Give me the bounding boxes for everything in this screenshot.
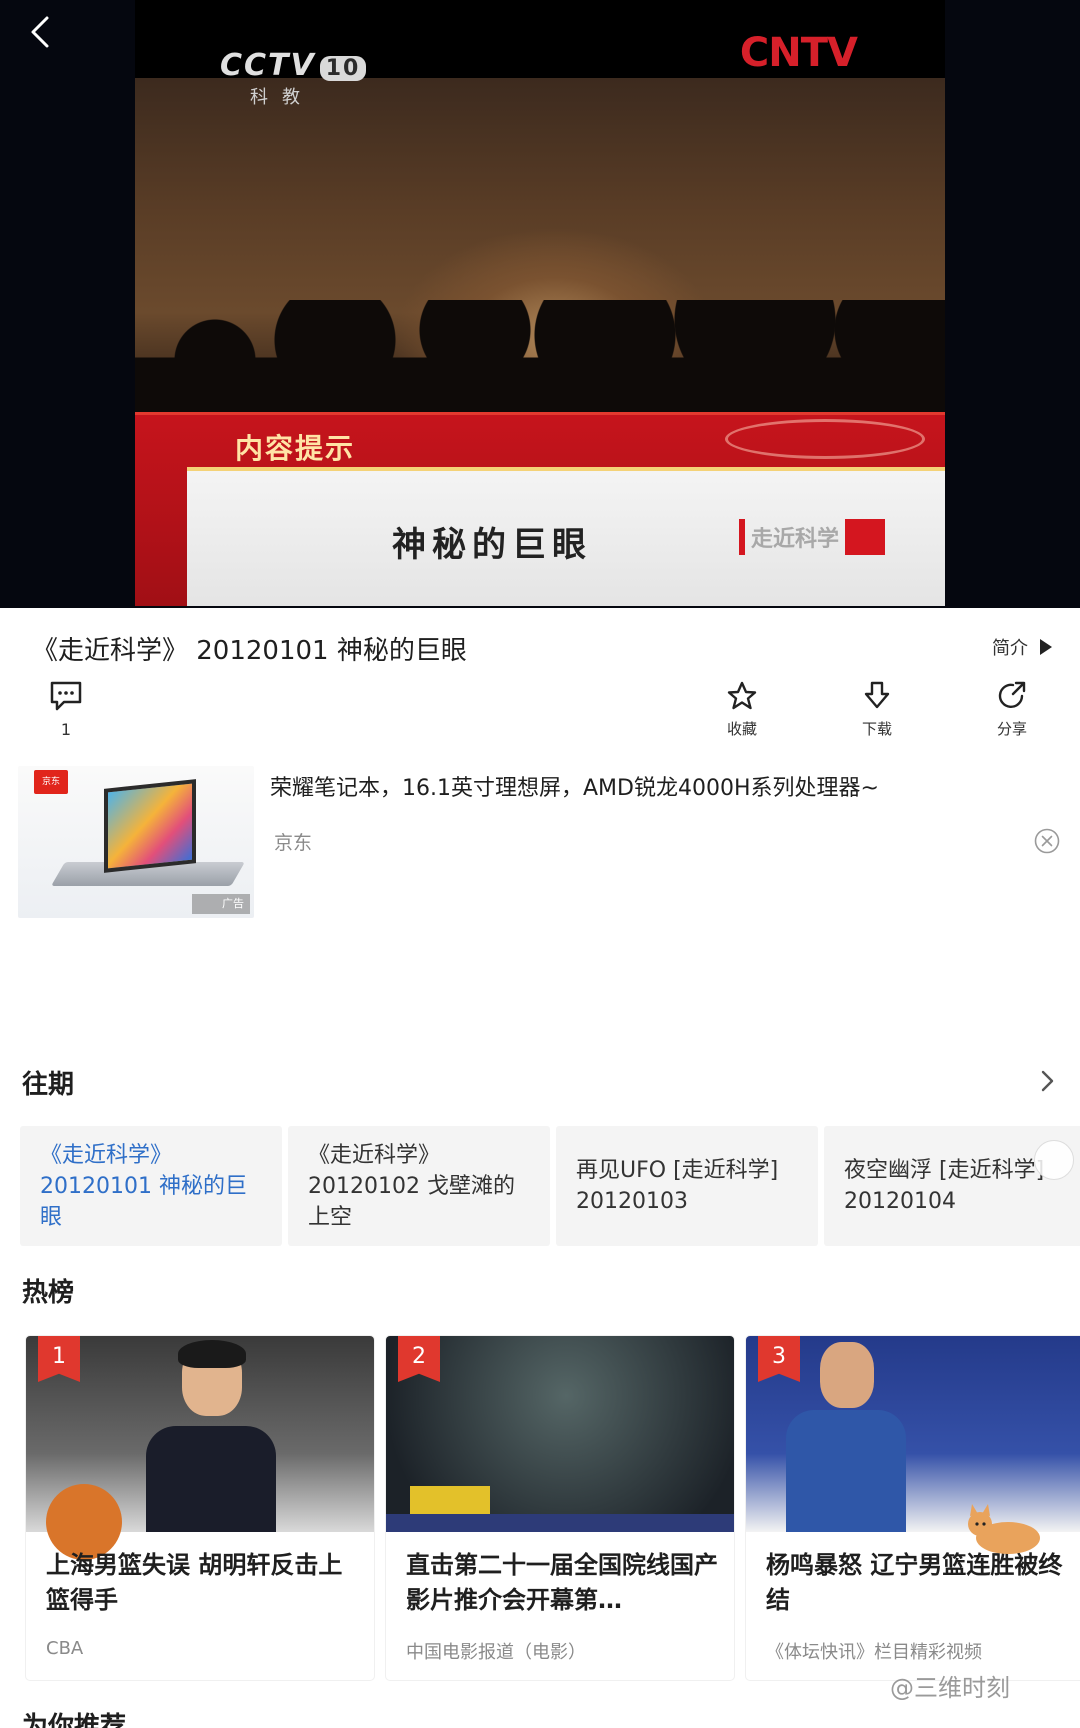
share-label: 分享 bbox=[996, 720, 1027, 738]
episode-caption: 神秘的巨眼 bbox=[392, 525, 592, 565]
news-ticker-graphic bbox=[386, 1514, 734, 1532]
ad-card[interactable]: 京东 广告 荣耀笔记本，16.1英寸理想屏，AMD锐龙4000H系列处理器~ 京… bbox=[18, 766, 1068, 926]
hot-card[interactable]: 1 上海男篮失误 胡明轩反击上篮得手 CBA bbox=[26, 1336, 374, 1680]
watermark: @三维时刻 bbox=[890, 1674, 1010, 1702]
channel-number: 10 bbox=[319, 56, 367, 81]
comment-button[interactable]: 1 bbox=[46, 680, 86, 739]
hot-list: 1 上海男篮失误 胡明轩反击上篮得手 CBA 2 直击第二十一届全国院线国产影片… bbox=[26, 1336, 1080, 1680]
video-title: 《走近科学》 20120101 神秘的巨眼 bbox=[32, 636, 467, 666]
episode-card[interactable]: 《走近科学》20120101 神秘的巨眼 bbox=[20, 1126, 282, 1246]
ad-source: 京东 bbox=[274, 832, 313, 854]
video-player[interactable]: CCTV 10 科教 CNTV 内容提示 神秘的巨眼 走近科学 bbox=[0, 0, 1080, 608]
hot-card[interactable]: 2 直击第二十一届全国院线国产影片推介会开幕第… 中国电影报道（电影） bbox=[386, 1336, 734, 1680]
program-mark-text: 走近科学 bbox=[750, 527, 839, 552]
video-frame: CCTV 10 科教 CNTV 内容提示 神秘的巨眼 走近科学 bbox=[135, 0, 945, 606]
ad-tag: 广告 bbox=[192, 894, 250, 914]
hot-title: 上海男篮失误 胡明轩反击上篮得手 bbox=[46, 1551, 343, 1614]
chevron-right-icon[interactable] bbox=[1036, 1070, 1058, 1092]
episode-label: 夜空幽浮 [走近科学] 20120104 bbox=[844, 1158, 1045, 1214]
program-mark-bar bbox=[738, 519, 745, 555]
banner-panel: 神秘的巨眼 走近科学 bbox=[187, 467, 945, 606]
laptop-screen-graphic bbox=[104, 779, 196, 873]
ad-thumbnail: 京东 广告 bbox=[18, 766, 254, 918]
past-episodes-list: 《走近科学》20120101 神秘的巨眼 《走近科学》20120102 戈壁滩的… bbox=[20, 1126, 1080, 1246]
episode-card[interactable]: 《走近科学》20120102 戈壁滩的上空 bbox=[288, 1126, 550, 1246]
favorite-button[interactable]: 收藏 bbox=[712, 680, 772, 739]
program-mark-square bbox=[845, 519, 885, 555]
back-button[interactable] bbox=[20, 12, 60, 52]
hot-list-title: 热榜 bbox=[22, 1278, 75, 1308]
player-graphic bbox=[146, 1340, 276, 1532]
hot-source: CBA bbox=[46, 1638, 84, 1659]
share-icon bbox=[998, 681, 1026, 708]
intro-button[interactable]: 简介 bbox=[992, 634, 1052, 660]
comment-icon bbox=[50, 681, 82, 711]
head-graphic bbox=[820, 1342, 874, 1408]
comment-count: 1 bbox=[60, 720, 72, 739]
content-banner: 内容提示 神秘的巨眼 走近科学 bbox=[135, 412, 945, 606]
video-scene-trees bbox=[135, 300, 945, 415]
hair-graphic bbox=[178, 1340, 246, 1368]
hot-source: 中国电影报道（电影） bbox=[406, 1642, 586, 1663]
star-icon bbox=[727, 681, 757, 710]
channel-subtitle: 科教 bbox=[250, 87, 314, 108]
download-label: 下载 bbox=[861, 720, 892, 738]
episode-label: 再见UFO [走近科学] 20120103 bbox=[576, 1158, 779, 1214]
hot-source: 《体坛快讯》栏目精彩视频 bbox=[766, 1642, 982, 1663]
favorite-label: 收藏 bbox=[726, 720, 757, 738]
play-triangle-icon bbox=[1040, 639, 1052, 655]
episode-label: 《走近科学》20120102 戈壁滩的上空 bbox=[308, 1142, 515, 1230]
news-logo-graphic bbox=[410, 1486, 490, 1514]
channel-logo: CCTV 10 bbox=[220, 48, 367, 83]
episode-card[interactable]: 再见UFO [走近科学] 20120103 bbox=[556, 1126, 818, 1246]
download-button[interactable]: 下载 bbox=[847, 680, 907, 739]
cat-sticker-icon bbox=[968, 1504, 1040, 1554]
jersey-graphic bbox=[146, 1426, 276, 1532]
hot-title: 直击第二十一届全国院线国产影片推介会开幕第… bbox=[406, 1551, 718, 1614]
channel-logo-text: CCTV bbox=[220, 48, 316, 83]
coach-graphic bbox=[786, 1340, 906, 1532]
intro-label: 简介 bbox=[992, 638, 1028, 659]
download-icon bbox=[864, 681, 890, 709]
scroll-handle[interactable] bbox=[1034, 1140, 1074, 1180]
suit-graphic bbox=[786, 1410, 906, 1532]
banner-swirl-decoration bbox=[725, 419, 925, 459]
ad-brand-badge: 京东 bbox=[34, 770, 68, 794]
close-icon[interactable] bbox=[1034, 828, 1060, 854]
program-mark: 走近科学 bbox=[738, 519, 885, 555]
share-button[interactable]: 分享 bbox=[982, 680, 1042, 739]
network-logo: CNTV bbox=[739, 30, 858, 76]
ad-title: 荣耀笔记本，16.1英寸理想屏，AMD锐龙4000H系列处理器~ bbox=[270, 776, 879, 801]
chevron-left-icon bbox=[31, 16, 49, 48]
episode-label: 《走近科学》20120101 神秘的巨眼 bbox=[40, 1142, 247, 1230]
content-panel: 《走近科学》 20120101 神秘的巨眼 简介 1 收藏 下载 分享 京东 广… bbox=[0, 608, 1080, 1728]
recommend-title: 为你推荐 bbox=[22, 1712, 127, 1728]
past-episodes-title: 往期 bbox=[22, 1070, 75, 1100]
banner-title: 内容提示 bbox=[235, 432, 356, 465]
